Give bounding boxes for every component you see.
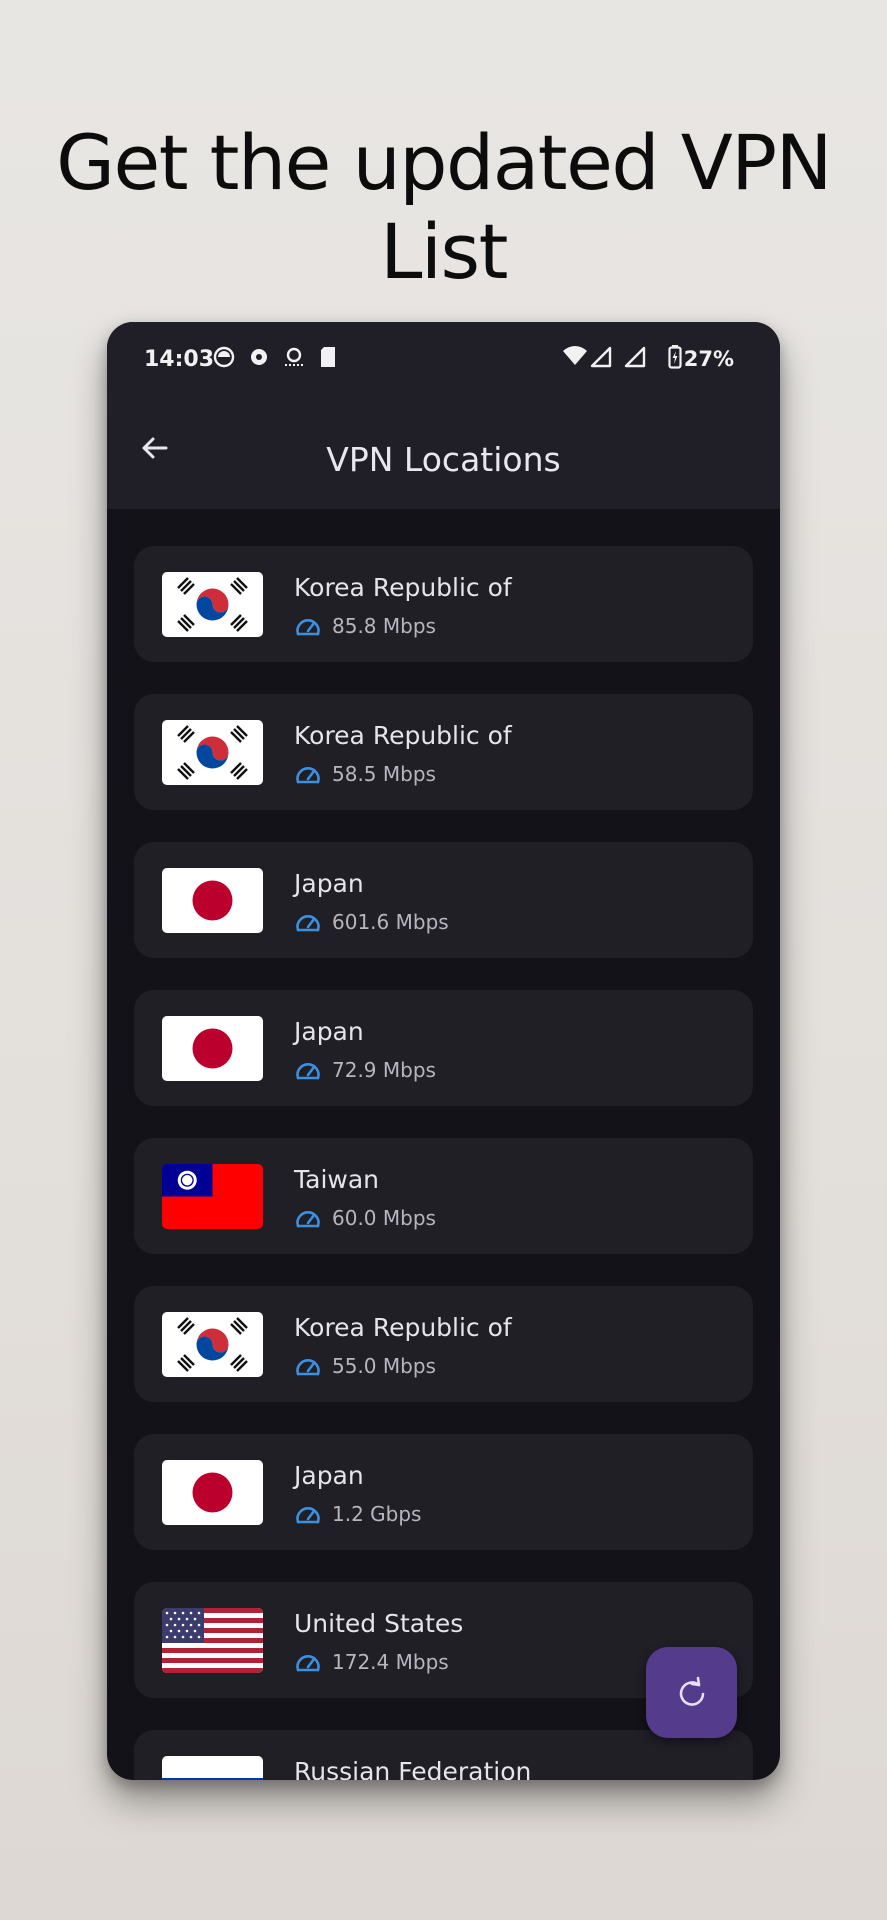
flag-south-korea	[162, 720, 263, 785]
battery-percentage: 27%	[683, 347, 734, 371]
wifi-icon	[563, 346, 587, 365]
speedometer-icon	[296, 1062, 320, 1080]
notification-search-icon	[285, 347, 303, 366]
country-name: Korea Republic of	[294, 721, 512, 750]
promo-headline: Get the updated VPN List	[56, 118, 832, 296]
country-name: Taiwan	[294, 1165, 380, 1194]
phone-screen: 14:03 27% VPN Locations Korea Republic o…	[107, 322, 780, 1780]
country-name: Korea Republic of	[294, 573, 512, 602]
server-card[interactable]: Korea Republic of 85.8 Mbps	[134, 546, 753, 662]
status-bar: 14:03 27%	[107, 322, 780, 394]
speedometer-icon	[296, 1358, 320, 1376]
server-list[interactable]: Korea Republic of 85.8 Mbps Korea Republ…	[107, 509, 780, 1780]
speed-value: 1.2 Gbps	[332, 1502, 422, 1526]
flag-taiwan	[162, 1164, 263, 1229]
speed-value: 55.0 Mbps	[332, 1354, 436, 1378]
speed-value: 85.8 Mbps	[332, 614, 436, 638]
status-time: 14:03	[144, 347, 215, 372]
server-card[interactable]: Korea Republic of 58.5 Mbps	[134, 694, 753, 810]
flag-south-korea	[162, 572, 263, 637]
server-card[interactable]: Japan 72.9 Mbps	[134, 990, 753, 1106]
flag-russia	[162, 1756, 263, 1780]
server-card[interactable]: Russian Federation	[134, 1730, 753, 1780]
speedometer-icon	[296, 914, 320, 932]
speed-value: 601.6 Mbps	[332, 910, 449, 934]
speed-value: 60.0 Mbps	[332, 1206, 436, 1230]
country-name: United States	[294, 1609, 464, 1638]
refresh-icon	[679, 1676, 705, 1706]
speedometer-icon	[296, 766, 320, 784]
server-card[interactable]: Korea Republic of 55.0 Mbps	[134, 1286, 753, 1402]
flag-south-korea	[162, 1312, 263, 1377]
server-card[interactable]: Japan 1.2 Gbps	[134, 1434, 753, 1550]
flag-japan	[162, 1016, 263, 1081]
speed-value: 172.4 Mbps	[332, 1650, 449, 1674]
country-name: Korea Republic of	[294, 1313, 512, 1342]
battery-icon	[668, 345, 682, 369]
speed-value: 58.5 Mbps	[332, 762, 436, 786]
notification-app-icon	[213, 346, 235, 368]
cell-signal-icon	[590, 346, 612, 368]
speedometer-icon	[296, 1506, 320, 1524]
cell-signal-2-icon	[624, 346, 646, 368]
speedometer-icon	[296, 1210, 320, 1228]
speedometer-icon	[296, 1654, 320, 1672]
flag-japan	[162, 1460, 263, 1525]
server-card[interactable]: Japan 601.6 Mbps	[134, 842, 753, 958]
country-name: Japan	[294, 869, 364, 898]
app-bar: VPN Locations	[107, 394, 780, 509]
flag-japan	[162, 868, 263, 933]
sd-card-icon	[321, 347, 335, 367]
speed-value: 72.9 Mbps	[332, 1058, 436, 1082]
server-card[interactable]: Taiwan 60.0 Mbps	[134, 1138, 753, 1254]
refresh-button[interactable]	[646, 1647, 737, 1738]
flag-united-states	[162, 1608, 263, 1673]
country-name: Japan	[294, 1461, 364, 1490]
page-title: VPN Locations	[326, 440, 561, 479]
notification-chrome-icon	[251, 349, 267, 365]
country-name: Russian Federation	[294, 1757, 532, 1780]
country-name: Japan	[294, 1017, 364, 1046]
speedometer-icon	[296, 618, 320, 636]
